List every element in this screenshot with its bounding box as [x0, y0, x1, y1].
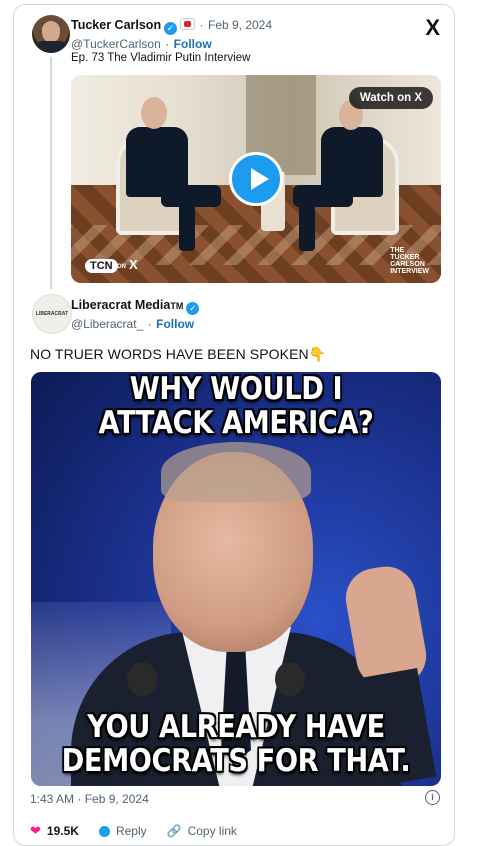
- tweet-text: NO TRUER WORDS HAVE BEEN SPOKEN👇: [30, 346, 326, 363]
- tucker-carlson-interview-logo: THE TUCKER CARLSON INTERVIEW: [390, 247, 429, 275]
- tci-line: INTERVIEW: [390, 268, 429, 275]
- meme-line: WHY WOULD I: [129, 372, 343, 407]
- like-button[interactable]: ❤ 19.5K: [30, 823, 79, 839]
- author-name[interactable]: Liberacrat Media: [71, 298, 170, 312]
- tcn-on-label: ON: [117, 264, 126, 270]
- verified-check-icon: ✓: [164, 22, 178, 35]
- meme-line: ATTACK AMERICA?: [98, 405, 374, 441]
- meme-bottom-text: YOU ALREADY HAVE DEMOCRATS FOR THAT.: [56, 710, 417, 778]
- tci-line: TUCKER: [390, 254, 420, 261]
- follow-button[interactable]: Follow: [174, 37, 212, 51]
- tweet-embed-card: Tucker Carlson ✓ · Feb 9, 2024 @TuckerCar…: [13, 4, 455, 846]
- action-bar: ❤ 19.5K Reply 🔗 Copy link: [30, 823, 237, 839]
- tweet-date[interactable]: Feb 9, 2024: [208, 18, 272, 32]
- tci-line: THE: [390, 247, 405, 254]
- video-thumbnail[interactable]: Watch on X TCN ON X THE TUCKER CARLSON I…: [71, 75, 441, 283]
- tci-line: CARLSON: [390, 261, 425, 268]
- author-handle[interactable]: @TuckerCarlson: [71, 37, 161, 51]
- thread-line: [50, 57, 52, 289]
- tcn-logo: TCN: [85, 259, 118, 273]
- liberacrat-avatar[interactable]: LIBERACRAT: [32, 294, 72, 334]
- heart-icon: ❤: [30, 823, 41, 838]
- main-author-row: Liberacrat MediaTM ✓: [71, 296, 200, 315]
- quoted-tweet-text: Ep. 73 The Vladimir Putin Interview: [71, 52, 251, 64]
- play-icon[interactable]: [229, 152, 283, 206]
- quoted-author-row: Tucker Carlson ✓ · Feb 9, 2024: [71, 16, 272, 35]
- tweet-timestamp[interactable]: 1:43 AM · Feb 9, 2024: [30, 792, 149, 806]
- reply-label: Reply: [115, 824, 147, 838]
- meme-top-text: WHY WOULD I ATTACK AMERICA?: [56, 372, 417, 440]
- meme-image[interactable]: WHY WOULD I ATTACK AMERICA? YOU ALREADY …: [31, 372, 441, 786]
- point-down-emoji-icon: 👇: [308, 346, 327, 362]
- youtube-badge-icon: [180, 18, 196, 30]
- tucker-avatar[interactable]: [32, 15, 70, 53]
- link-icon: 🔗: [166, 824, 182, 838]
- watch-on-x-button[interactable]: Watch on X: [348, 87, 433, 109]
- x-logo-icon[interactable]: X: [425, 15, 440, 41]
- like-count: 19.5K: [46, 824, 79, 838]
- copy-link-button[interactable]: 🔗 Copy link: [167, 824, 237, 838]
- author-handle[interactable]: @Liberacrat_: [71, 317, 143, 331]
- author-name[interactable]: Tucker Carlson: [71, 18, 161, 32]
- separator: ·: [165, 37, 170, 51]
- quoted-handle-row: @TuckerCarlson · Follow: [71, 35, 212, 53]
- copy-link-label: Copy link: [187, 824, 237, 838]
- tcn-x-mark: X: [129, 257, 138, 272]
- separator: ·: [147, 317, 152, 331]
- tweet-text-body: NO TRUER WORDS HAVE BEEN SPOKEN: [30, 346, 309, 362]
- follow-button[interactable]: Follow: [156, 317, 194, 331]
- avatar-text: LIBERACRAT: [35, 311, 69, 317]
- meme-line: DEMOCRATS FOR THAT.: [61, 743, 411, 779]
- trademark-mark: TM: [170, 301, 184, 311]
- separator: ·: [199, 18, 204, 32]
- meme-line: YOU ALREADY HAVE: [87, 709, 385, 745]
- main-handle-row: @Liberacrat_ · Follow: [71, 315, 194, 333]
- reply-button[interactable]: Reply: [98, 824, 147, 838]
- verified-check-icon: ✓: [186, 302, 200, 315]
- info-icon[interactable]: i: [425, 790, 440, 805]
